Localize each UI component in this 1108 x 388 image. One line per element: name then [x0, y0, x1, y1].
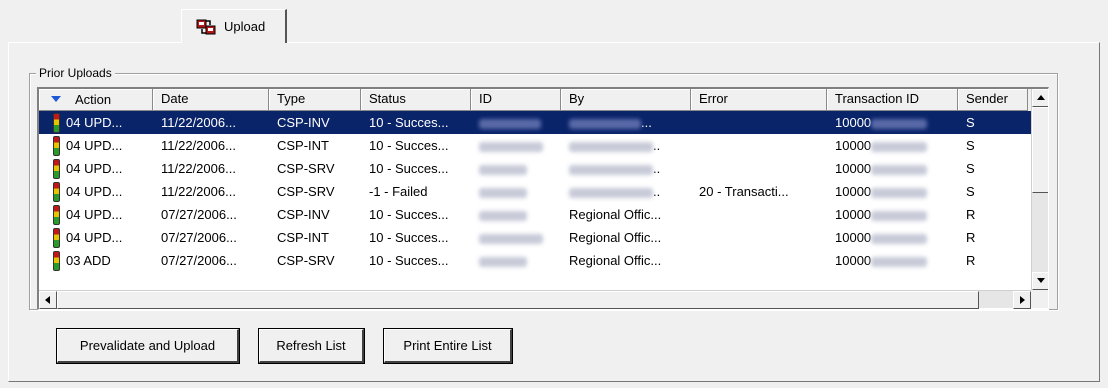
scrollbar-corner — [1031, 290, 1048, 308]
redacted-id — [479, 141, 543, 152]
list-header: Action Date Type Status ID By Error Tran… — [39, 89, 1048, 111]
upload-icon — [196, 17, 216, 37]
redacted-transaction — [871, 118, 928, 129]
redacted-name — [569, 164, 653, 175]
arrow-down-icon — [1037, 278, 1045, 283]
status-light-icon — [53, 250, 60, 271]
redacted-name — [569, 141, 653, 152]
table-row[interactable]: 04 UPD... 07/27/2006... CSP-INT 10 - Suc… — [39, 226, 1048, 249]
tab-upload[interactable]: Upload — [181, 9, 287, 43]
prevalidate-and-upload-button[interactable]: Prevalidate and Upload — [56, 328, 240, 364]
tab-upload-label: Upload — [224, 19, 266, 34]
redacted-name — [569, 187, 653, 198]
table-row[interactable]: 04 UPD... 07/27/2006... CSP-INV 10 - Suc… — [39, 203, 1048, 226]
table-row[interactable]: 04 UPD... 11/22/2006... CSP-INT 10 - Suc… — [39, 134, 1048, 157]
arrow-right-icon — [1020, 296, 1025, 304]
status-light-icon — [53, 227, 60, 248]
arrow-up-icon — [1037, 95, 1045, 100]
status-light-icon — [53, 158, 60, 179]
redacted-id — [479, 233, 543, 244]
sort-desc-icon — [51, 96, 61, 102]
redacted-transaction — [871, 164, 928, 175]
refresh-list-button[interactable]: Refresh List — [258, 328, 365, 364]
redacted-transaction — [871, 233, 928, 244]
column-header-date[interactable]: Date — [153, 89, 269, 111]
status-light-icon — [53, 135, 60, 156]
table-row[interactable]: 04 UPD... 11/22/2006... CSP-SRV 10 - Suc… — [39, 157, 1048, 180]
column-header-transaction-id[interactable]: Transaction ID — [827, 89, 958, 111]
redacted-id — [479, 164, 527, 175]
redacted-name — [569, 118, 641, 129]
scroll-down-button[interactable] — [1032, 272, 1048, 290]
column-header-type[interactable]: Type — [269, 89, 361, 111]
status-light-icon — [53, 204, 60, 225]
horizontal-scroll-thumb[interactable] — [57, 291, 979, 309]
scroll-up-button[interactable] — [1032, 89, 1048, 107]
column-header-sender[interactable]: Sender — [958, 89, 1028, 111]
status-light-icon — [53, 181, 60, 202]
uploads-list[interactable]: Action Date Type Status ID By Error Tran… — [37, 87, 1049, 310]
print-entire-list-button[interactable]: Print Entire List — [383, 328, 513, 364]
redacted-transaction — [871, 187, 928, 198]
scroll-right-button[interactable] — [1013, 291, 1031, 309]
horizontal-scrollbar[interactable] — [39, 290, 1031, 309]
table-row[interactable]: 03 ADD 07/27/2006... CSP-SRV 10 - Succes… — [39, 249, 1048, 272]
vertical-scrollbar[interactable] — [1031, 89, 1048, 290]
scroll-left-button[interactable] — [39, 291, 57, 309]
status-light-icon — [53, 112, 60, 133]
column-header-error[interactable]: Error — [691, 89, 827, 111]
list-rows: 04 UPD... 11/22/2006... CSP-INV 10 - Suc… — [39, 111, 1048, 272]
table-row[interactable]: 04 UPD... 11/22/2006... CSP-SRV -1 - Fai… — [39, 180, 1048, 203]
column-header-status[interactable]: Status — [361, 89, 471, 111]
prior-uploads-label: Prior Uploads — [36, 66, 115, 80]
redacted-transaction — [871, 210, 928, 221]
table-row[interactable]: 04 UPD... 11/22/2006... CSP-INV 10 - Suc… — [39, 111, 1048, 134]
column-header-action[interactable]: Action — [39, 89, 153, 111]
redacted-transaction — [871, 256, 928, 267]
redacted-id — [479, 210, 527, 221]
redacted-transaction — [871, 141, 928, 152]
column-header-id[interactable]: ID — [471, 89, 561, 111]
arrow-left-icon — [45, 296, 50, 304]
redacted-id — [479, 187, 527, 198]
vertical-scroll-thumb[interactable] — [1032, 107, 1048, 193]
redacted-id — [479, 118, 541, 129]
column-header-by[interactable]: By — [561, 89, 691, 111]
redacted-id — [479, 256, 527, 267]
